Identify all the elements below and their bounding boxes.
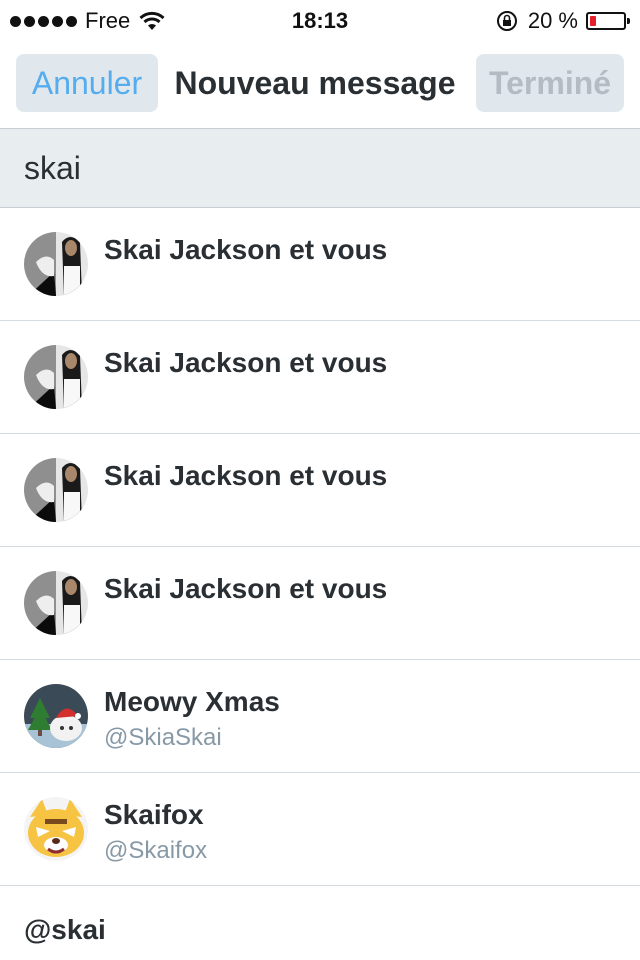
result-row[interactable]: Skai Jackson et vous — [0, 208, 640, 321]
result-name: Meowy Xmas — [104, 686, 280, 717]
status-right: 20 % — [496, 8, 630, 34]
battery-level-fill — [590, 16, 596, 26]
result-name: Skai Jackson et vous — [104, 347, 388, 378]
rotation-lock-icon — [496, 11, 517, 31]
group-avatar-split-icon — [24, 458, 88, 522]
result-row[interactable]: Skai Jackson et vous — [0, 434, 640, 547]
cancel-button[interactable]: Annuler — [16, 54, 158, 112]
result-name: Skaifox — [104, 799, 204, 830]
battery-percentage: 20 % — [527, 8, 578, 33]
result-handle: @SkiaSkai — [104, 724, 222, 751]
handle-suggestion: @skai — [24, 914, 106, 945]
recipient-search-bar: skai — [0, 128, 640, 208]
result-name: Skai Jackson et vous — [104, 460, 388, 491]
recipient-results-list: Skai Jackson et vous Skai Jackson et vou… — [0, 208, 640, 960]
group-avatar-split-icon — [24, 345, 88, 409]
done-button[interactable]: Terminé — [476, 54, 624, 112]
page-title: Nouveau message — [174, 65, 456, 101]
recipient-search-input[interactable]: skai — [24, 129, 81, 207]
result-row[interactable]: Skaifox @Skaifox — [0, 773, 640, 886]
navigation-bar: Annuler Nouveau message Terminé — [0, 40, 640, 128]
group-avatar-split-icon — [24, 571, 88, 635]
cat-christmas-avatar-icon — [24, 684, 88, 748]
handle-suggestion-row[interactable]: @skai — [0, 886, 640, 960]
status-bar: Free 18:13 20 % — [0, 0, 640, 40]
result-handle: @Skaifox — [104, 837, 208, 864]
battery-icon — [586, 12, 630, 30]
new-message-screen: Free 18:13 20 % Annuler Nouveau message — [0, 0, 640, 960]
result-name: Skai Jackson et vous — [104, 573, 388, 604]
fox-cartoon-avatar-icon — [24, 797, 88, 861]
result-row[interactable]: Skai Jackson et vous — [0, 547, 640, 660]
group-avatar-split-icon — [24, 232, 88, 296]
result-row[interactable]: Meowy Xmas @SkiaSkai — [0, 660, 640, 773]
result-name: Skai Jackson et vous — [104, 234, 388, 265]
result-row[interactable]: Skai Jackson et vous — [0, 321, 640, 434]
